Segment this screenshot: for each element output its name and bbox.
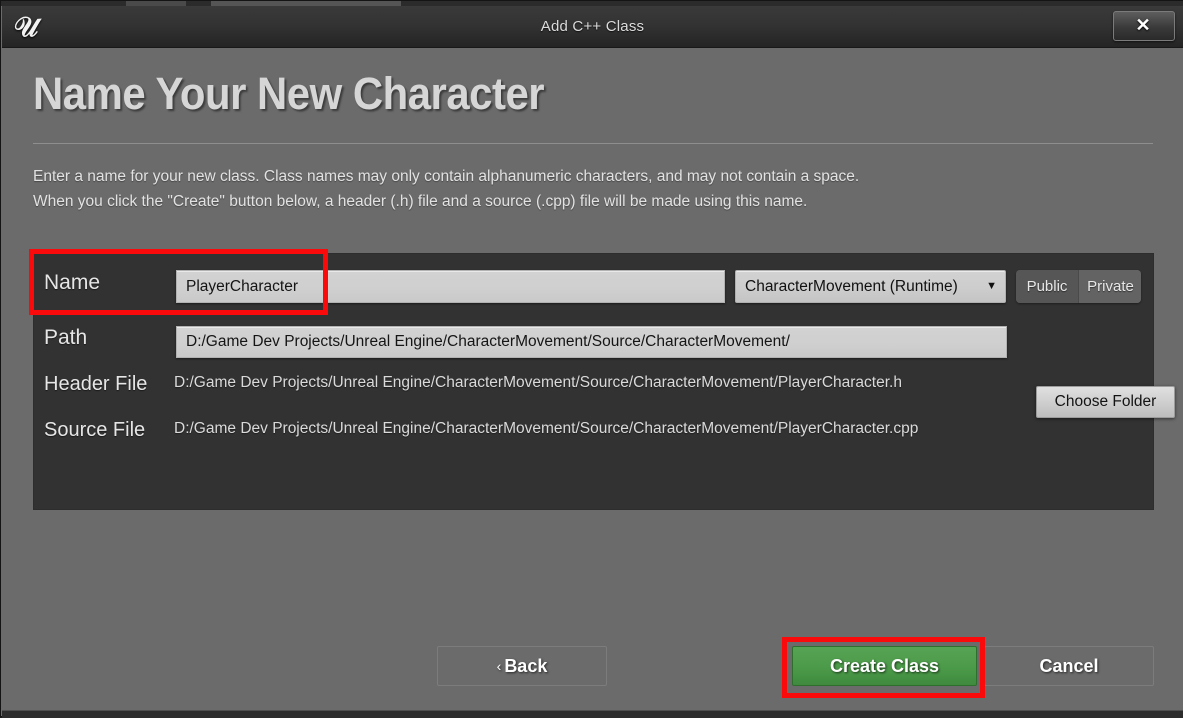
back-button[interactable]: ‹ Back xyxy=(437,646,607,686)
header-file-label: Header File xyxy=(44,373,148,395)
chevron-left-icon: ‹ xyxy=(496,658,502,674)
access-private-button[interactable]: Private xyxy=(1078,270,1141,303)
description-line-1: Enter a name for your new class. Class n… xyxy=(33,168,860,185)
path-row: Path D:/Game Dev Projects/Unreal Engine/… xyxy=(33,313,1175,418)
back-button-label: Back xyxy=(504,656,548,676)
module-dropdown[interactable]: CharacterMovement (Runtime) ▼ xyxy=(735,270,1006,303)
access-public-button[interactable]: Public xyxy=(1016,270,1078,303)
cancel-button[interactable]: Cancel xyxy=(984,646,1154,686)
title-divider xyxy=(33,143,1153,144)
source-file-path: D:/Game Dev Projects/Unreal Engine/Chara… xyxy=(174,420,919,437)
name-row: Name PlayerCharacter CharacterMovement (… xyxy=(33,253,1154,313)
path-label: Path xyxy=(44,326,88,349)
module-dropdown-value: CharacterMovement (Runtime) xyxy=(745,278,958,295)
name-label: Name xyxy=(44,271,101,294)
add-cpp-class-dialog: 𝒰 Add C++ Class ✕ Name Your New Characte… xyxy=(0,0,1183,718)
close-button[interactable]: ✕ xyxy=(1113,11,1175,41)
title-bar[interactable]: 𝒰 Add C++ Class ✕ xyxy=(2,6,1183,48)
window-title: Add C++ Class xyxy=(540,18,645,35)
dialog-content: Name Your New Character Enter a name for… xyxy=(2,48,1183,716)
name-input[interactable]: PlayerCharacter xyxy=(176,270,725,303)
path-input[interactable]: D:/Game Dev Projects/Unreal Engine/Chara… xyxy=(176,326,1007,358)
source-file-row: Source File D:/Game Dev Projects/Unreal … xyxy=(33,407,1154,453)
access-specifier-toggle[interactable]: Public Private xyxy=(1016,270,1141,303)
description-line-2: When you click the "Create" button below… xyxy=(33,193,808,210)
page-title: Name Your New Character xyxy=(33,68,545,119)
class-details-panel: Name PlayerCharacter CharacterMovement (… xyxy=(33,253,1175,510)
source-file-label: Source File xyxy=(44,419,146,441)
close-icon: ✕ xyxy=(1135,15,1151,35)
create-class-button[interactable]: Create Class xyxy=(792,646,977,686)
header-file-row: Header File D:/Game Dev Projects/Unreal … xyxy=(33,361,1154,407)
header-file-path: D:/Game Dev Projects/Unreal Engine/Chara… xyxy=(174,374,902,391)
chevron-down-icon: ▼ xyxy=(986,280,997,292)
